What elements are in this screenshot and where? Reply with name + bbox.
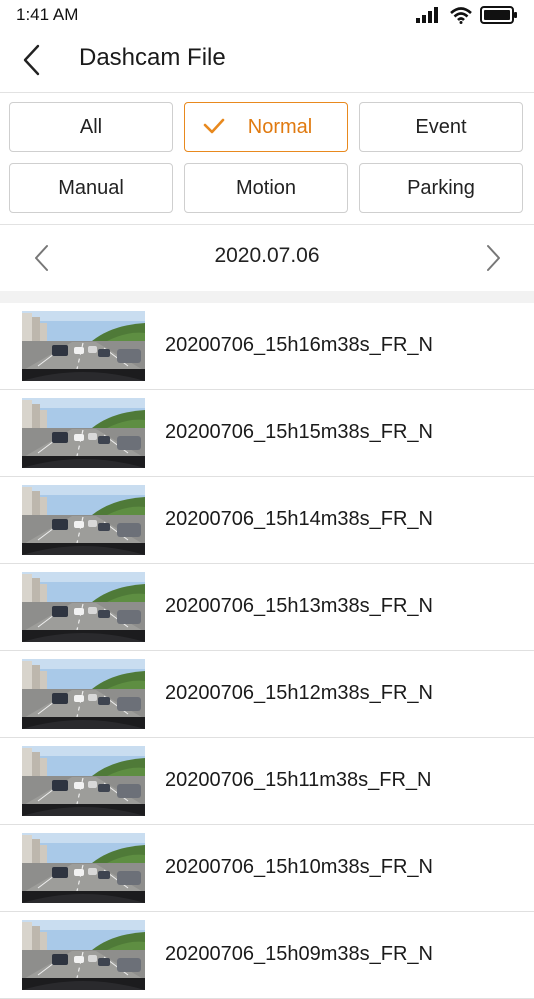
section-divider <box>0 291 534 303</box>
file-name: 20200706_15h14m38s_FR_N <box>165 508 433 530</box>
filter-label: Motion <box>235 176 297 199</box>
video-thumbnail <box>22 746 145 816</box>
video-thumbnail <box>22 485 145 555</box>
filter-parking-button[interactable]: Parking <box>359 163 523 213</box>
video-thumbnail <box>22 833 145 903</box>
back-button[interactable] <box>14 42 50 78</box>
file-name: 20200706_15h10m38s_FR_N <box>165 856 433 878</box>
file-row[interactable]: 20200706_15h12m38s_FR_N <box>0 651 534 738</box>
file-name: 20200706_15h13m38s_FR_N <box>165 595 433 617</box>
file-name: 20200706_15h11m38s_FR_N <box>165 769 432 791</box>
filter-label: All <box>79 115 103 138</box>
filter-event-button[interactable]: Event <box>359 102 523 152</box>
header-bar: Dashcam File <box>0 30 534 93</box>
filter-label: Event <box>415 115 467 138</box>
status-icons <box>416 4 518 26</box>
filter-label: Parking <box>407 176 475 199</box>
file-name: 20200706_15h15m38s_FR_N <box>165 421 433 443</box>
filter-group: All Normal Event Manual Motion Parking <box>0 92 534 225</box>
status-time: 1:41 AM <box>16 5 79 24</box>
file-name: 20200706_15h09m38s_FR_N <box>165 943 433 965</box>
filter-motion-button[interactable]: Motion <box>184 163 348 213</box>
next-date-button[interactable] <box>478 243 508 273</box>
file-row[interactable]: 20200706_15h15m38s_FR_N <box>0 390 534 477</box>
chevron-left-icon <box>23 44 40 76</box>
file-row[interactable]: 20200706_15h11m38s_FR_N <box>0 738 534 825</box>
filter-manual-button[interactable]: Manual <box>9 163 173 213</box>
wifi-icon <box>450 6 472 24</box>
file-row[interactable]: 20200706_15h13m38s_FR_N <box>0 564 534 651</box>
check-icon <box>203 118 225 134</box>
battery-icon <box>480 6 517 24</box>
filter-label: Manual <box>58 176 124 199</box>
video-thumbnail <box>22 398 145 468</box>
filter-label: Normal <box>247 115 313 138</box>
file-row[interactable]: 20200706_15h14m38s_FR_N <box>0 477 534 564</box>
page-title: Dashcam File <box>79 44 226 71</box>
chevron-right-icon <box>487 245 500 271</box>
current-date: 2020.07.06 <box>214 244 320 267</box>
signal-icon <box>416 7 438 23</box>
file-row[interactable]: 20200706_15h16m38s_FR_N <box>0 303 534 390</box>
video-thumbnail <box>22 311 145 381</box>
video-thumbnail <box>22 920 145 990</box>
video-thumbnail <box>22 659 145 729</box>
file-name: 20200706_15h12m38s_FR_N <box>165 682 433 704</box>
date-navigator: 2020.07.06 <box>0 225 534 291</box>
filter-all-button[interactable]: All <box>9 102 173 152</box>
filter-normal-button[interactable]: Normal <box>184 102 348 152</box>
file-name: 20200706_15h16m38s_FR_N <box>165 334 433 356</box>
file-list: 20200706_15h16m38s_FR_N 20200706_15h15m3… <box>0 303 534 999</box>
video-thumbnail <box>22 572 145 642</box>
file-row[interactable]: 20200706_15h10m38s_FR_N <box>0 825 534 912</box>
status-bar: 1:41 AM <box>0 0 534 30</box>
file-row[interactable]: 20200706_15h09m38s_FR_N <box>0 912 534 999</box>
